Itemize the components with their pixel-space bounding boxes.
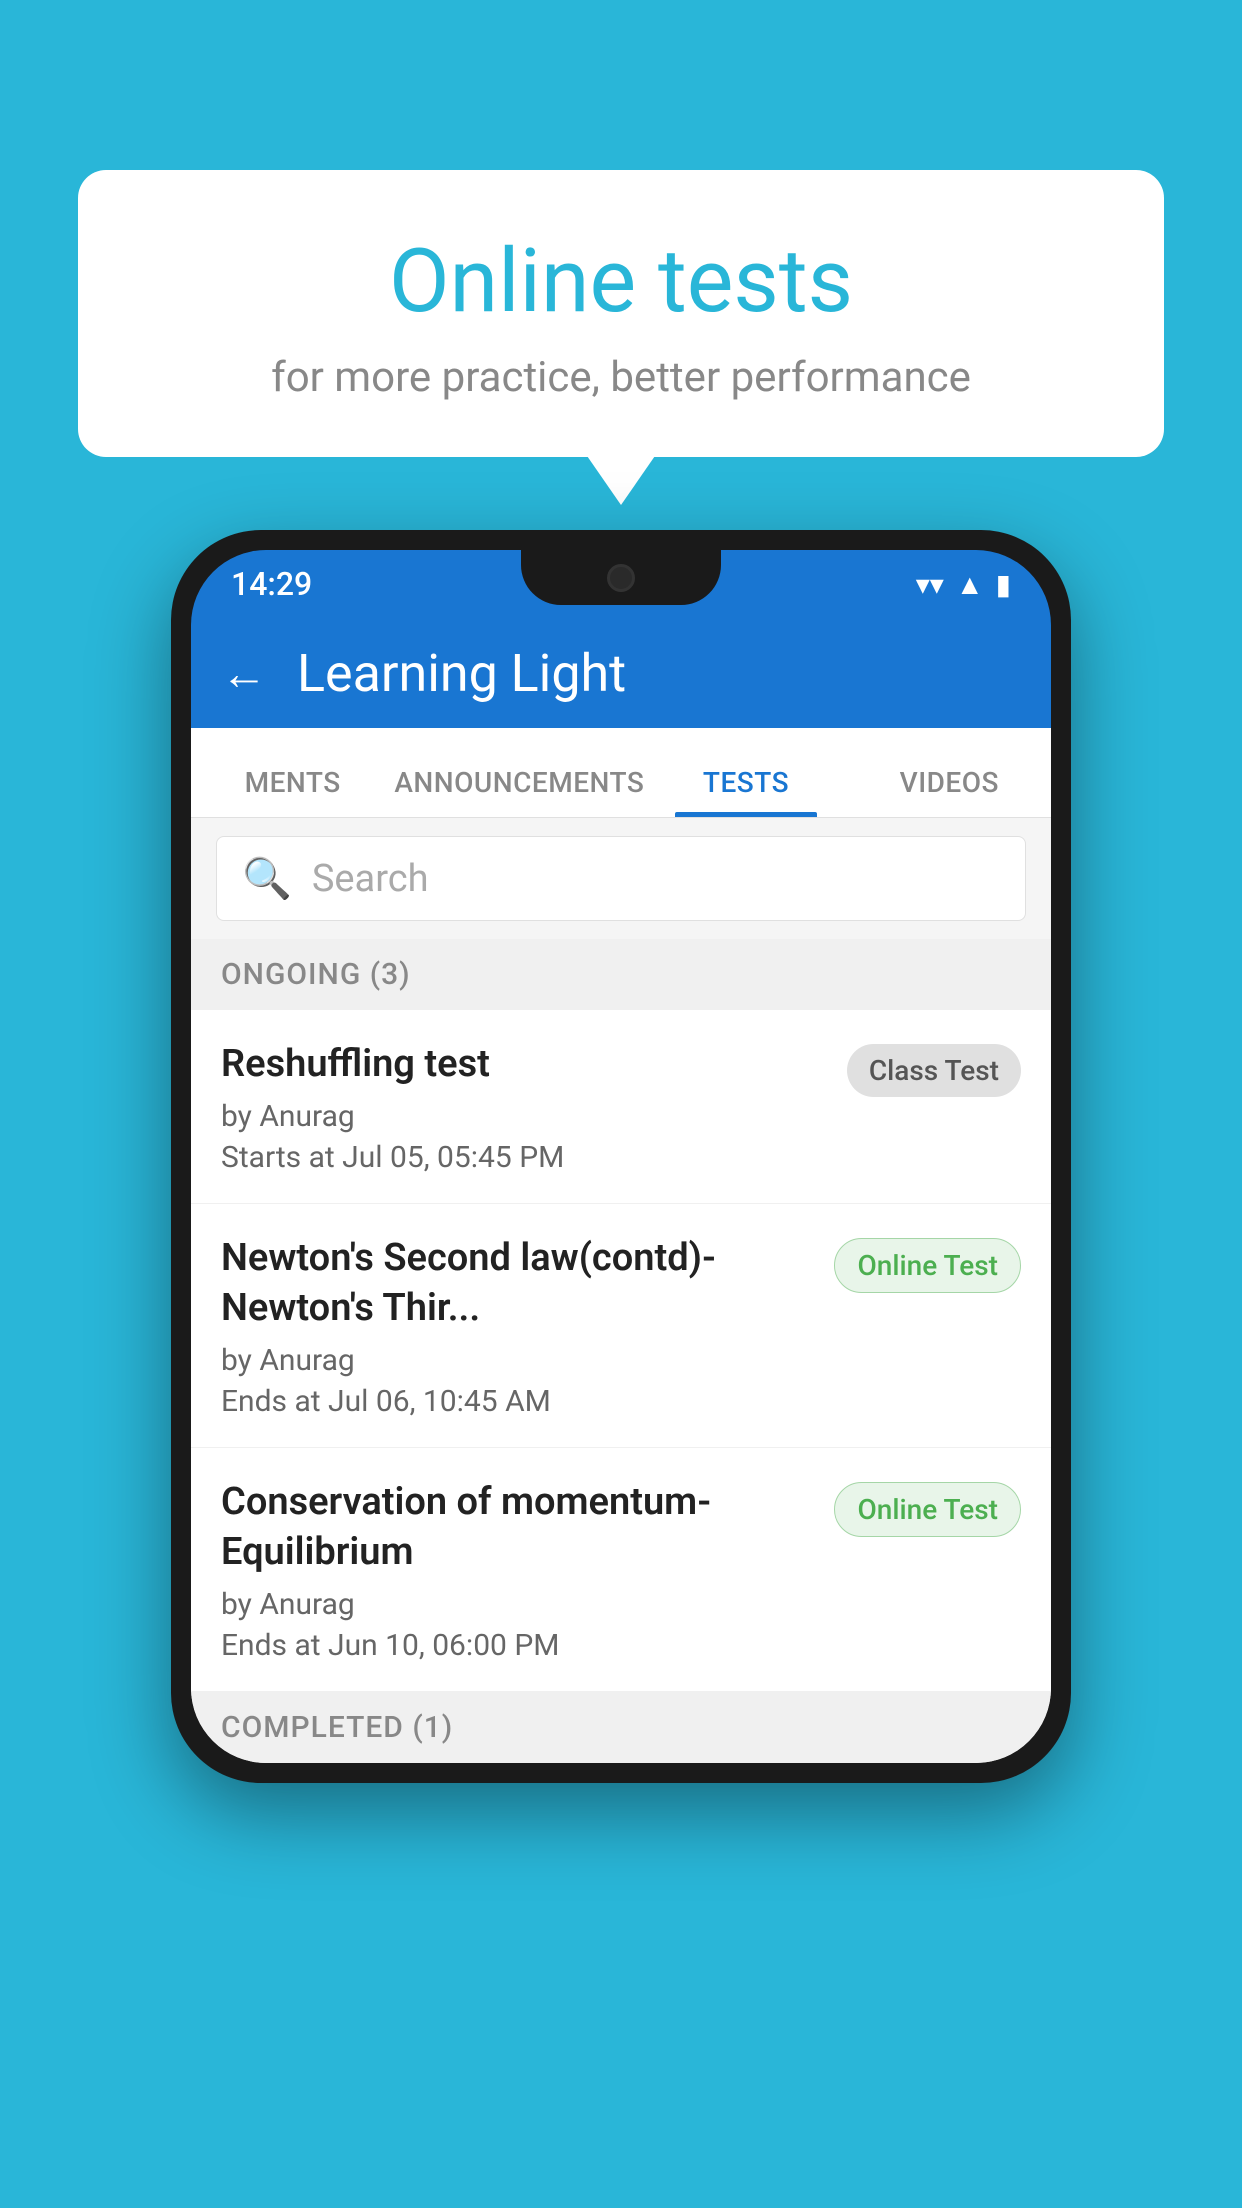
phone-outer: 14:29 ▾▾ ▲ ▮ ← Learning Light MENTS ANNO… xyxy=(171,530,1071,1783)
test-name: Conservation of momentum-Equilibrium xyxy=(221,1478,814,1577)
tab-tests[interactable]: TESTS xyxy=(644,766,847,817)
wifi-icon: ▾▾ xyxy=(916,568,944,601)
test-item[interactable]: Reshuffling test by Anurag Starts at Jul… xyxy=(191,1010,1051,1204)
test-author: by Anurag xyxy=(221,1587,814,1622)
tabs-bar: MENTS ANNOUNCEMENTS TESTS VIDEOS xyxy=(191,728,1051,818)
tab-videos[interactable]: VIDEOS xyxy=(848,766,1051,817)
completed-label: COMPLETED (1) xyxy=(221,1710,453,1745)
phone-inner: 14:29 ▾▾ ▲ ▮ ← Learning Light MENTS ANNO… xyxy=(191,550,1051,1763)
bubble-title: Online tests xyxy=(128,230,1114,333)
signal-icon: ▲ xyxy=(956,568,984,601)
test-date: Ends at Jul 06, 10:45 AM xyxy=(221,1384,814,1419)
app-title: Learning Light xyxy=(297,643,626,704)
test-name: Reshuffling test xyxy=(221,1040,827,1089)
test-name: Newton's Second law(contd)-Newton's Thir… xyxy=(221,1234,814,1333)
test-item[interactable]: Conservation of momentum-Equilibrium by … xyxy=(191,1448,1051,1692)
test-info: Reshuffling test by Anurag Starts at Jul… xyxy=(221,1040,827,1175)
search-icon: 🔍 xyxy=(242,855,292,902)
test-author: by Anurag xyxy=(221,1343,814,1378)
battery-icon: ▮ xyxy=(996,568,1011,601)
test-badge-online: Online Test xyxy=(834,1238,1021,1293)
app-header: ← Learning Light xyxy=(191,618,1051,728)
test-badge-online-2: Online Test xyxy=(834,1482,1021,1537)
tab-announcements[interactable]: ANNOUNCEMENTS xyxy=(394,766,644,817)
search-box[interactable]: 🔍 Search xyxy=(216,836,1026,921)
bubble-subtitle: for more practice, better performance xyxy=(128,353,1114,402)
phone-device: 14:29 ▾▾ ▲ ▮ ← Learning Light MENTS ANNO… xyxy=(171,530,1071,1783)
ongoing-label: ONGOING (3) xyxy=(221,957,411,992)
test-date: Ends at Jun 10, 06:00 PM xyxy=(221,1628,814,1663)
test-info: Conservation of momentum-Equilibrium by … xyxy=(221,1478,814,1663)
back-arrow-icon[interactable]: ← xyxy=(221,646,267,701)
test-info: Newton's Second law(contd)-Newton's Thir… xyxy=(221,1234,814,1419)
test-list: Reshuffling test by Anurag Starts at Jul… xyxy=(191,1010,1051,1692)
test-badge-class: Class Test xyxy=(847,1044,1021,1097)
status-icons: ▾▾ ▲ ▮ xyxy=(916,568,1011,601)
tab-ments[interactable]: MENTS xyxy=(191,766,394,817)
completed-section-header: COMPLETED (1) xyxy=(191,1692,1051,1763)
test-date: Starts at Jul 05, 05:45 PM xyxy=(221,1140,827,1175)
test-item[interactable]: Newton's Second law(contd)-Newton's Thir… xyxy=(191,1204,1051,1448)
phone-screen: 🔍 Search ONGOING (3) Reshuffling test by… xyxy=(191,818,1051,1763)
search-placeholder: Search xyxy=(312,857,429,901)
ongoing-section-header: ONGOING (3) xyxy=(191,939,1051,1010)
speech-bubble: Online tests for more practice, better p… xyxy=(78,170,1164,457)
search-container: 🔍 Search xyxy=(191,818,1051,939)
test-author: by Anurag xyxy=(221,1099,827,1134)
phone-notch xyxy=(521,550,721,605)
phone-camera xyxy=(607,564,635,592)
status-time: 14:29 xyxy=(231,565,312,603)
